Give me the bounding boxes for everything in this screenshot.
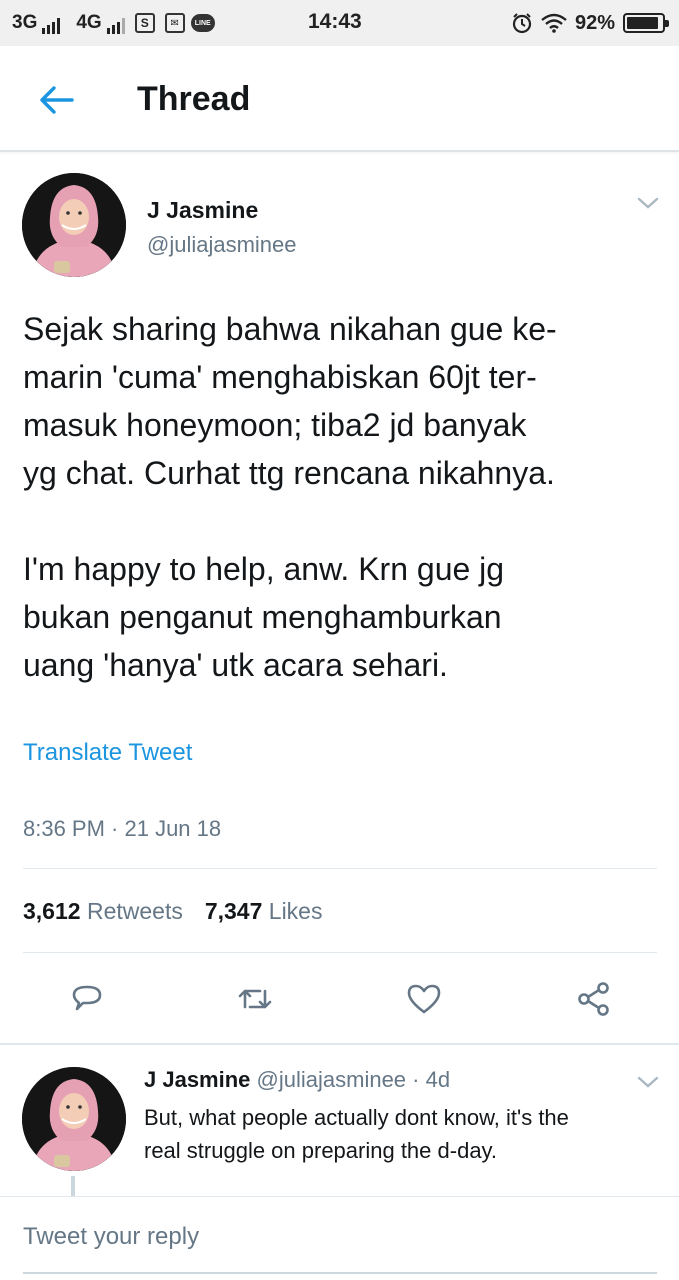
reply-author-name: J Jasmine [144,1067,251,1092]
divider [23,952,657,953]
tweet-actions [0,975,679,1023]
likes-stat[interactable]: 7,347 Likes [205,898,323,925]
avatar-image [22,1067,126,1171]
reply-header[interactable]: J Jasmine @juliajasminee · 4d [144,1067,450,1093]
retweet-icon [238,989,272,1009]
reply-input[interactable]: Tweet your reply [23,1223,199,1251]
status-bar-right: 92% [511,0,669,46]
retweet-label: Retweets [86,898,183,924]
wifi-icon [541,13,567,33]
like-count: 7,347 [204,898,263,924]
tweet-timestamp: 8:36 PM · 21 Jun 18 [23,816,222,841]
like-label: Likes [268,898,323,924]
retweet-button[interactable] [231,975,279,1023]
author-name[interactable]: J Jasmine [147,197,258,224]
translate-tweet-link[interactable]: Translate Tweet [23,739,192,767]
retweets-stat[interactable]: 3,612 Retweets [23,898,183,925]
reply-meta: @juliajasminee · 4d [256,1067,451,1092]
network-4g-label: 4G [76,12,102,33]
status-bar: 3G 4G S ✉ LINE 14:43 92% [0,0,679,46]
heart-icon [407,984,441,1014]
status-bar-left: 3G 4G S ✉ LINE [12,0,215,46]
thread-connector [71,1176,75,1196]
section-divider [0,1043,679,1045]
chevron-down-icon[interactable] [636,195,660,211]
battery-percent: 92% [574,11,615,34]
signal-icon [106,18,125,34]
app-header: Thread [0,46,679,152]
author-handle[interactable]: @juliajasminee [147,232,297,258]
reply-text: But, what people actually dont know, it'… [144,1105,569,1163]
network-4g: 4G [76,12,125,34]
reply-button[interactable] [63,975,111,1023]
reply-input-underline [23,1272,657,1274]
share-button[interactable] [570,975,618,1023]
divider [23,868,657,869]
divider [0,1196,679,1197]
page-title: Thread [137,80,251,118]
network-3g-label: 3G [12,12,38,33]
like-button[interactable] [400,975,448,1023]
tweet-text: Sejak sharing bahwa nikahan gue ke- mari… [23,305,663,689]
signal-icon [42,18,61,34]
share-icon [578,982,609,1016]
battery-icon [623,13,669,33]
sim-icon: S [134,13,155,33]
arrow-left-icon [40,86,74,114]
line-app-icon: LINE [190,14,215,32]
reply-author-avatar[interactable] [22,1067,126,1171]
tweet-stats: 3,612 Retweets 7,347 Likes [23,898,322,925]
retweet-count: 3,612 [23,898,81,924]
author-avatar[interactable] [22,173,126,277]
back-button[interactable] [30,80,82,120]
avatar-image [22,173,126,277]
network-3g: 3G [12,12,61,34]
tweet-paragraph: I'm happy to help, anw. Krn gue jg bukan… [23,551,505,683]
clock: 14:43 [308,10,362,33]
reply-icon [72,985,102,1011]
chevron-down-icon[interactable] [636,1074,660,1090]
message-icon: ✉ [164,13,185,33]
alarm-icon [512,13,532,34]
tweet-paragraph: Sejak sharing bahwa nikahan gue ke- mari… [23,311,557,491]
battery-fill [627,17,659,29]
